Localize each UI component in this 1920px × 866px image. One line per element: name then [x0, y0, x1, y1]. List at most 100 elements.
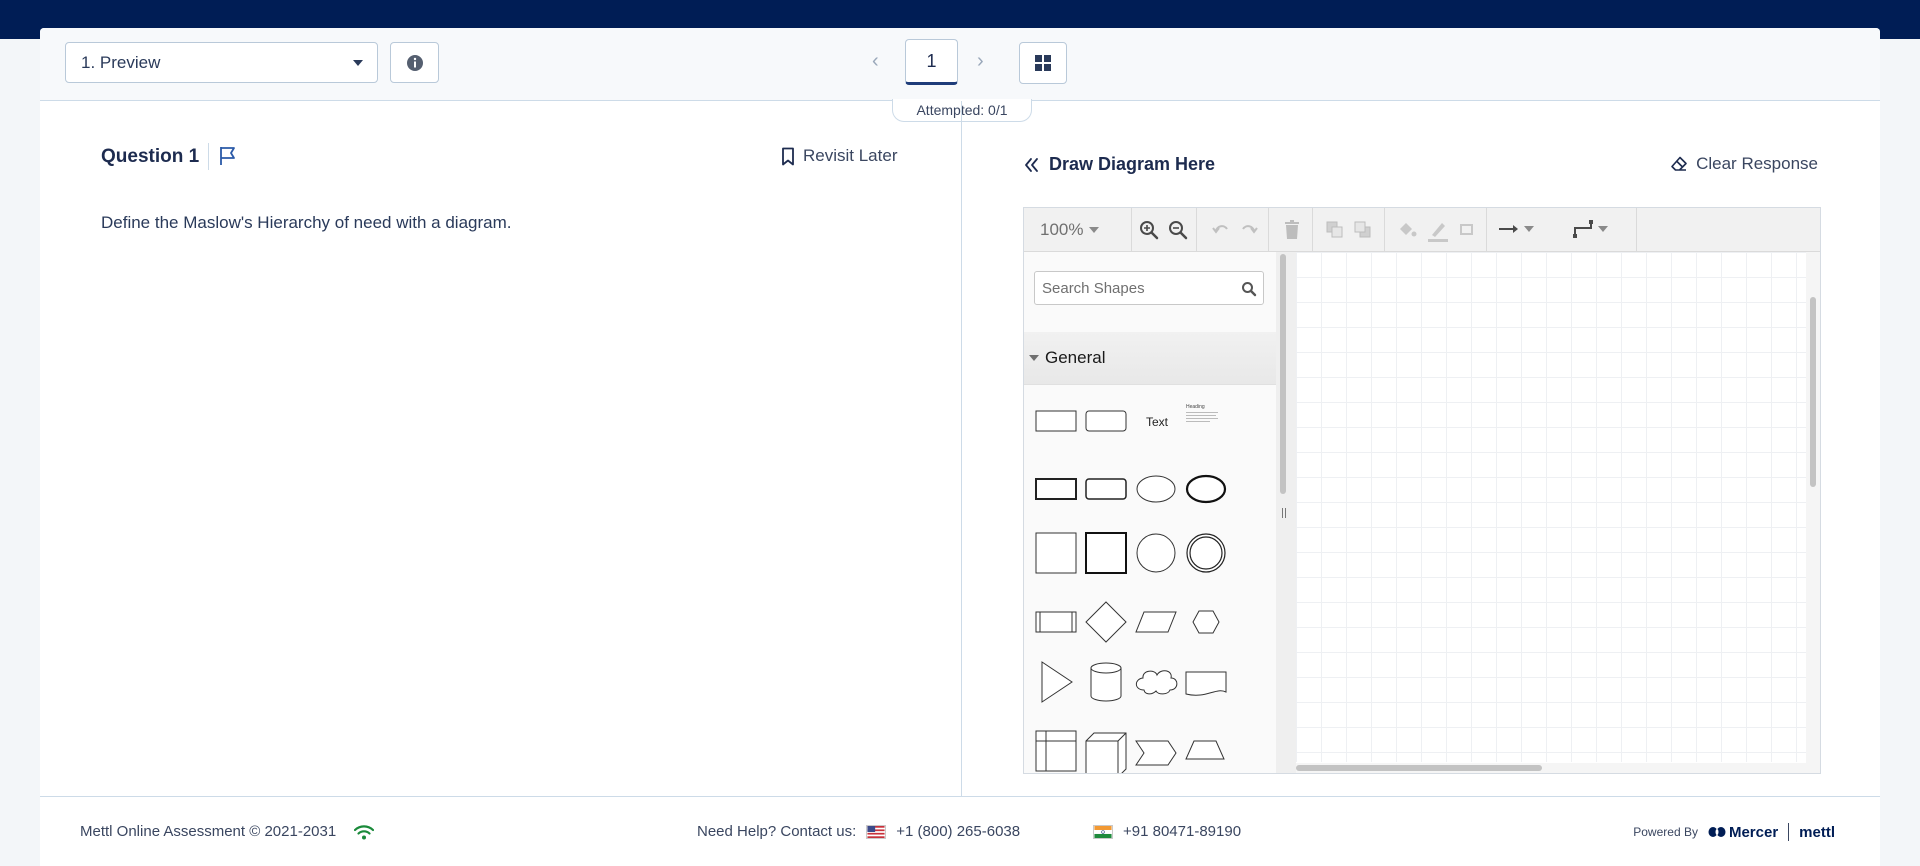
canvas-horizontal-scrollbar[interactable] — [1296, 763, 1806, 773]
zoom-select[interactable]: 100% — [1040, 220, 1100, 240]
assessment-frame: 1. Preview ‹ 1 › Attempted: 0/1 Question… — [40, 28, 1880, 866]
footer-copyright: Mettl Online Assessment © 2021-2031 — [80, 823, 375, 840]
question-select[interactable]: 1. Preview — [65, 42, 378, 83]
mercer-mark-icon — [1708, 827, 1726, 837]
to-back-icon[interactable] — [1352, 219, 1374, 241]
mercer-wordmark: Mercer — [1728, 823, 1779, 841]
draw-diagram-title: Draw Diagram Here — [1049, 154, 1216, 174]
phone-us[interactable]: +1 (800) 265-6038 — [896, 823, 1020, 840]
question-grid-button[interactable] — [1019, 42, 1067, 84]
shape-ellipse-bold[interactable] — [1185, 474, 1227, 504]
canvas-vertical-scrollbar[interactable] — [1806, 252, 1820, 773]
resize-handle-icon[interactable] — [1281, 508, 1287, 518]
horizontal-scroll-thumb[interactable] — [1296, 765, 1542, 771]
shape-palette: Text Heading — [1035, 404, 1227, 773]
question-navbar: 1. Preview ‹ 1 › — [40, 28, 1880, 101]
help-label: Need Help? Contact us: — [697, 823, 857, 840]
waypoint-icon — [1573, 220, 1593, 238]
mettl-wordmark: mettl — [1799, 823, 1835, 841]
sidebar-scroll-thumb[interactable] — [1280, 254, 1286, 494]
revisit-later-button[interactable]: Revisit Later — [781, 146, 897, 166]
shape-cube[interactable] — [1085, 732, 1127, 773]
prev-page-button[interactable]: ‹ — [872, 50, 879, 73]
chevron-down-icon — [353, 60, 363, 66]
divider — [208, 143, 209, 170]
to-front-icon[interactable] — [1324, 219, 1346, 241]
shapes-sidebar: Search Shapes General Text Heading — [1024, 252, 1277, 773]
chevron-down-icon — [1598, 226, 1608, 232]
footer: Mettl Online Assessment © 2021-2031 Need… — [40, 796, 1880, 866]
shape-diamond[interactable] — [1085, 601, 1127, 643]
double-chevron-left-icon — [1025, 157, 1038, 172]
waypoints-select[interactable] — [1572, 219, 1608, 239]
shape-internal-storage[interactable] — [1035, 730, 1077, 772]
revisit-later-label: Revisit Later — [803, 146, 898, 165]
response-pane: Draw Diagram Here Clear Response 100% Se… — [962, 101, 1880, 796]
chevron-down-icon — [1524, 226, 1534, 232]
phone-in[interactable]: +91 80471-89190 — [1123, 823, 1241, 840]
shape-square[interactable] — [1035, 532, 1077, 574]
toolbar-divider — [1486, 208, 1487, 251]
search-icon[interactable] — [1241, 281, 1257, 297]
delete-icon[interactable] — [1282, 219, 1302, 241]
shape-rounded-rectangle-bold[interactable] — [1085, 478, 1127, 500]
draw-diagram-header[interactable]: Draw Diagram Here — [1023, 154, 1215, 175]
question-pane: Question 1 Revisit Later Define the Masl… — [40, 101, 962, 796]
us-flag-icon — [866, 824, 887, 839]
vertical-scroll-thumb[interactable] — [1810, 297, 1816, 487]
shape-double-circle[interactable] — [1186, 533, 1226, 573]
toolbar-divider — [1312, 208, 1313, 251]
clear-response-label: Clear Response — [1696, 154, 1818, 173]
toolbar-divider — [1384, 208, 1385, 251]
footer-help: Need Help? Contact us: +1 (800) 265-6038 — [697, 823, 1020, 840]
zoom-in-icon[interactable] — [1138, 219, 1160, 241]
shape-text[interactable]: Text — [1146, 415, 1169, 429]
brand-divider — [1788, 823, 1790, 841]
shape-step[interactable] — [1135, 740, 1177, 766]
shape-ellipse[interactable] — [1136, 475, 1176, 503]
grid-icon — [1035, 55, 1051, 71]
clear-response-button[interactable]: Clear Response — [1670, 154, 1818, 174]
flag-icon[interactable] — [217, 145, 239, 167]
shape-cylinder[interactable] — [1090, 662, 1122, 702]
powered-by-label: Powered By — [1633, 825, 1698, 839]
shape-rectangle-bold[interactable] — [1035, 478, 1077, 500]
info-button[interactable] — [390, 42, 439, 83]
connection-style-select[interactable] — [1498, 220, 1534, 238]
shape-rounded-rectangle[interactable] — [1085, 410, 1127, 432]
redo-icon[interactable] — [1238, 219, 1260, 241]
current-page-number: 1 — [926, 50, 937, 71]
current-page-indicator[interactable]: 1 — [905, 39, 958, 85]
shape-triangle[interactable] — [1041, 661, 1073, 703]
next-page-button[interactable]: › — [977, 50, 984, 73]
shape-parallelogram[interactable] — [1135, 611, 1177, 633]
shape-circle[interactable] — [1136, 533, 1176, 573]
search-shapes-placeholder: Search Shapes — [1042, 279, 1145, 297]
shape-hexagon[interactable] — [1192, 610, 1220, 634]
zoom-out-icon[interactable] — [1167, 219, 1189, 241]
zoom-value: 100% — [1040, 220, 1084, 239]
shape-textbox[interactable]: Heading — [1186, 404, 1218, 422]
diagram-canvas[interactable] — [1296, 252, 1806, 762]
shape-process[interactable] — [1035, 611, 1077, 633]
undo-icon[interactable] — [1210, 219, 1232, 241]
bookmark-icon — [782, 147, 794, 165]
shape-square-bold[interactable] — [1085, 532, 1127, 574]
toolbar-divider — [1196, 208, 1197, 251]
arrow-right-icon — [1499, 225, 1518, 233]
search-shapes-input[interactable]: Search Shapes — [1034, 271, 1264, 305]
shape-trapezoid[interactable] — [1185, 740, 1225, 760]
shadow-icon[interactable] — [1456, 219, 1478, 241]
triangle-down-icon — [1029, 355, 1039, 361]
fill-color-icon[interactable] — [1396, 219, 1418, 241]
shape-document[interactable] — [1185, 671, 1227, 696]
shape-rectangle[interactable] — [1035, 410, 1077, 432]
sidebar-scrollbar[interactable] — [1276, 252, 1296, 773]
general-section-header[interactable]: General — [1024, 332, 1276, 385]
shape-cloud[interactable] — [1135, 670, 1178, 695]
toolbar-divider — [1131, 208, 1132, 251]
india-flag-icon — [1093, 824, 1113, 839]
general-section-label: General — [1045, 348, 1106, 367]
toolbar-divider — [1636, 208, 1637, 251]
line-color-icon[interactable] — [1426, 219, 1450, 243]
